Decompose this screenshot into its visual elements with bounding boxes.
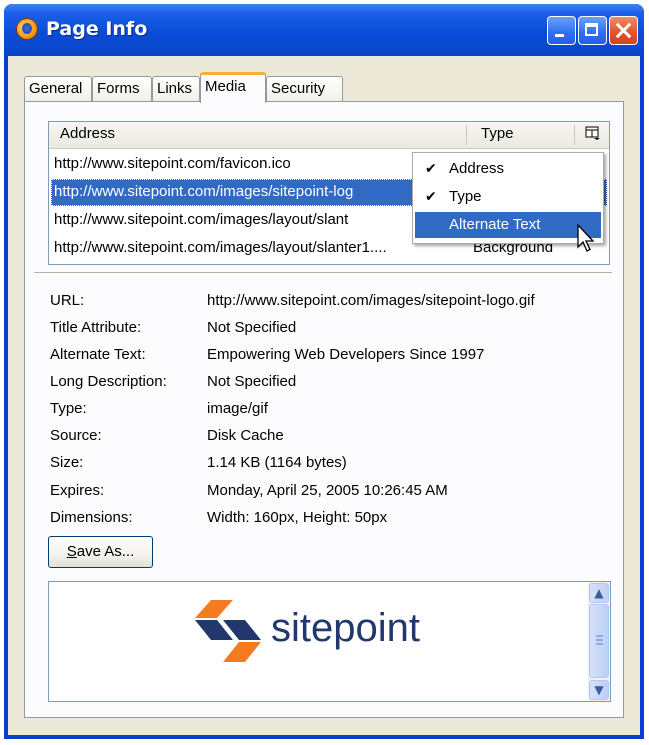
mouse-cursor-icon [577, 224, 595, 252]
column-divider[interactable] [574, 125, 575, 145]
menu-item-alternate-text[interactable]: Alternate Text [415, 212, 601, 238]
row-address: http://www.sitepoint.com/favicon.ico [54, 155, 291, 172]
column-header-address[interactable]: Address [60, 125, 115, 142]
title-bar[interactable]: Page Info [4, 4, 644, 56]
window-title: Page Info [46, 18, 148, 40]
scroll-thumb[interactable] [589, 604, 609, 678]
sitepoint-logo-icon [195, 600, 261, 662]
preview-scrollbar[interactable]: ▲ ▼ [588, 582, 610, 701]
maximize-button[interactable] [578, 16, 607, 45]
row-address: http://www.sitepoint.com/images/layout/s… [54, 211, 349, 228]
tab-label: Media [205, 78, 246, 95]
list-header: Address Type [49, 122, 609, 149]
menu-item-label: Address [449, 160, 505, 177]
prop-label-type: Type: [50, 400, 87, 417]
prop-value-title: Not Specified [207, 319, 297, 336]
menu-item-label: Type [449, 188, 482, 205]
save-as-mnemonic: S [66, 543, 77, 560]
menu-item-type[interactable]: ✔ Type [415, 184, 601, 210]
prop-label-source: Source: [50, 427, 102, 444]
save-as-button[interactable]: Save As... [48, 536, 153, 568]
prop-value-alt-text: Empowering Web Developers Since 1997 [207, 346, 485, 363]
save-as-label: ave As... [76, 543, 135, 560]
prop-label-dimensions: Dimensions: [50, 509, 133, 526]
check-icon: ✔ [425, 189, 437, 205]
column-header-type[interactable]: Type [481, 125, 514, 142]
tab-label: Links [157, 80, 193, 97]
prop-value-size: 1.14 KB (1164 bytes) [207, 454, 347, 471]
prop-label-long-desc: Long Description: [50, 373, 167, 390]
prop-value-dimensions: Width: 160px, Height: 50px [207, 509, 388, 526]
image-preview: sitepoint ▲ ▼ [48, 581, 611, 702]
tab-label: General [29, 80, 83, 97]
tab-forms[interactable]: Forms [92, 76, 152, 102]
tab-label: Forms [97, 80, 140, 97]
tab-label: Security [271, 80, 326, 97]
check-icon: ✔ [425, 161, 437, 177]
tab-security[interactable]: Security [266, 76, 343, 102]
prop-label-expires: Expires: [50, 482, 105, 499]
tab-general[interactable]: General [24, 76, 92, 102]
scroll-up-icon[interactable]: ▲ [589, 583, 609, 603]
column-picker-icon[interactable] [584, 126, 602, 142]
sitepoint-logo-text: sitepoint [271, 606, 420, 650]
page-info-window: Page Info General Forms Links Media Secu… [4, 4, 644, 739]
row-address: http://www.sitepoint.com/images/sitepoin… [54, 183, 354, 200]
prop-value-long-desc: Not Specified [207, 373, 297, 390]
prop-value-source: Disk Cache [207, 427, 284, 444]
prop-value-expires: Monday, April 25, 2005 10:26:45 AM [207, 482, 448, 499]
prop-label-size: Size: [50, 454, 84, 471]
menu-item-address[interactable]: ✔ Address [415, 156, 601, 182]
row-address: http://www.sitepoint.com/images/layout/s… [54, 239, 387, 256]
scroll-down-icon[interactable]: ▼ [589, 680, 609, 700]
minimize-button[interactable] [547, 16, 576, 45]
splitter[interactable] [34, 272, 612, 275]
menu-item-label: Alternate Text [449, 216, 541, 233]
firefox-icon [16, 18, 38, 40]
tab-media[interactable]: Media [200, 72, 266, 103]
column-divider[interactable] [466, 125, 467, 145]
tab-links[interactable]: Links [152, 76, 200, 102]
prop-label-alt-text: Alternate Text: [50, 346, 146, 363]
close-button[interactable] [609, 16, 638, 45]
prop-value-url: http://www.sitepoint.com/images/sitepoin… [207, 292, 535, 309]
prop-value-type: image/gif [207, 400, 268, 417]
prop-label-title: Title Attribute: [50, 319, 142, 336]
prop-label-url: URL: [50, 292, 85, 309]
